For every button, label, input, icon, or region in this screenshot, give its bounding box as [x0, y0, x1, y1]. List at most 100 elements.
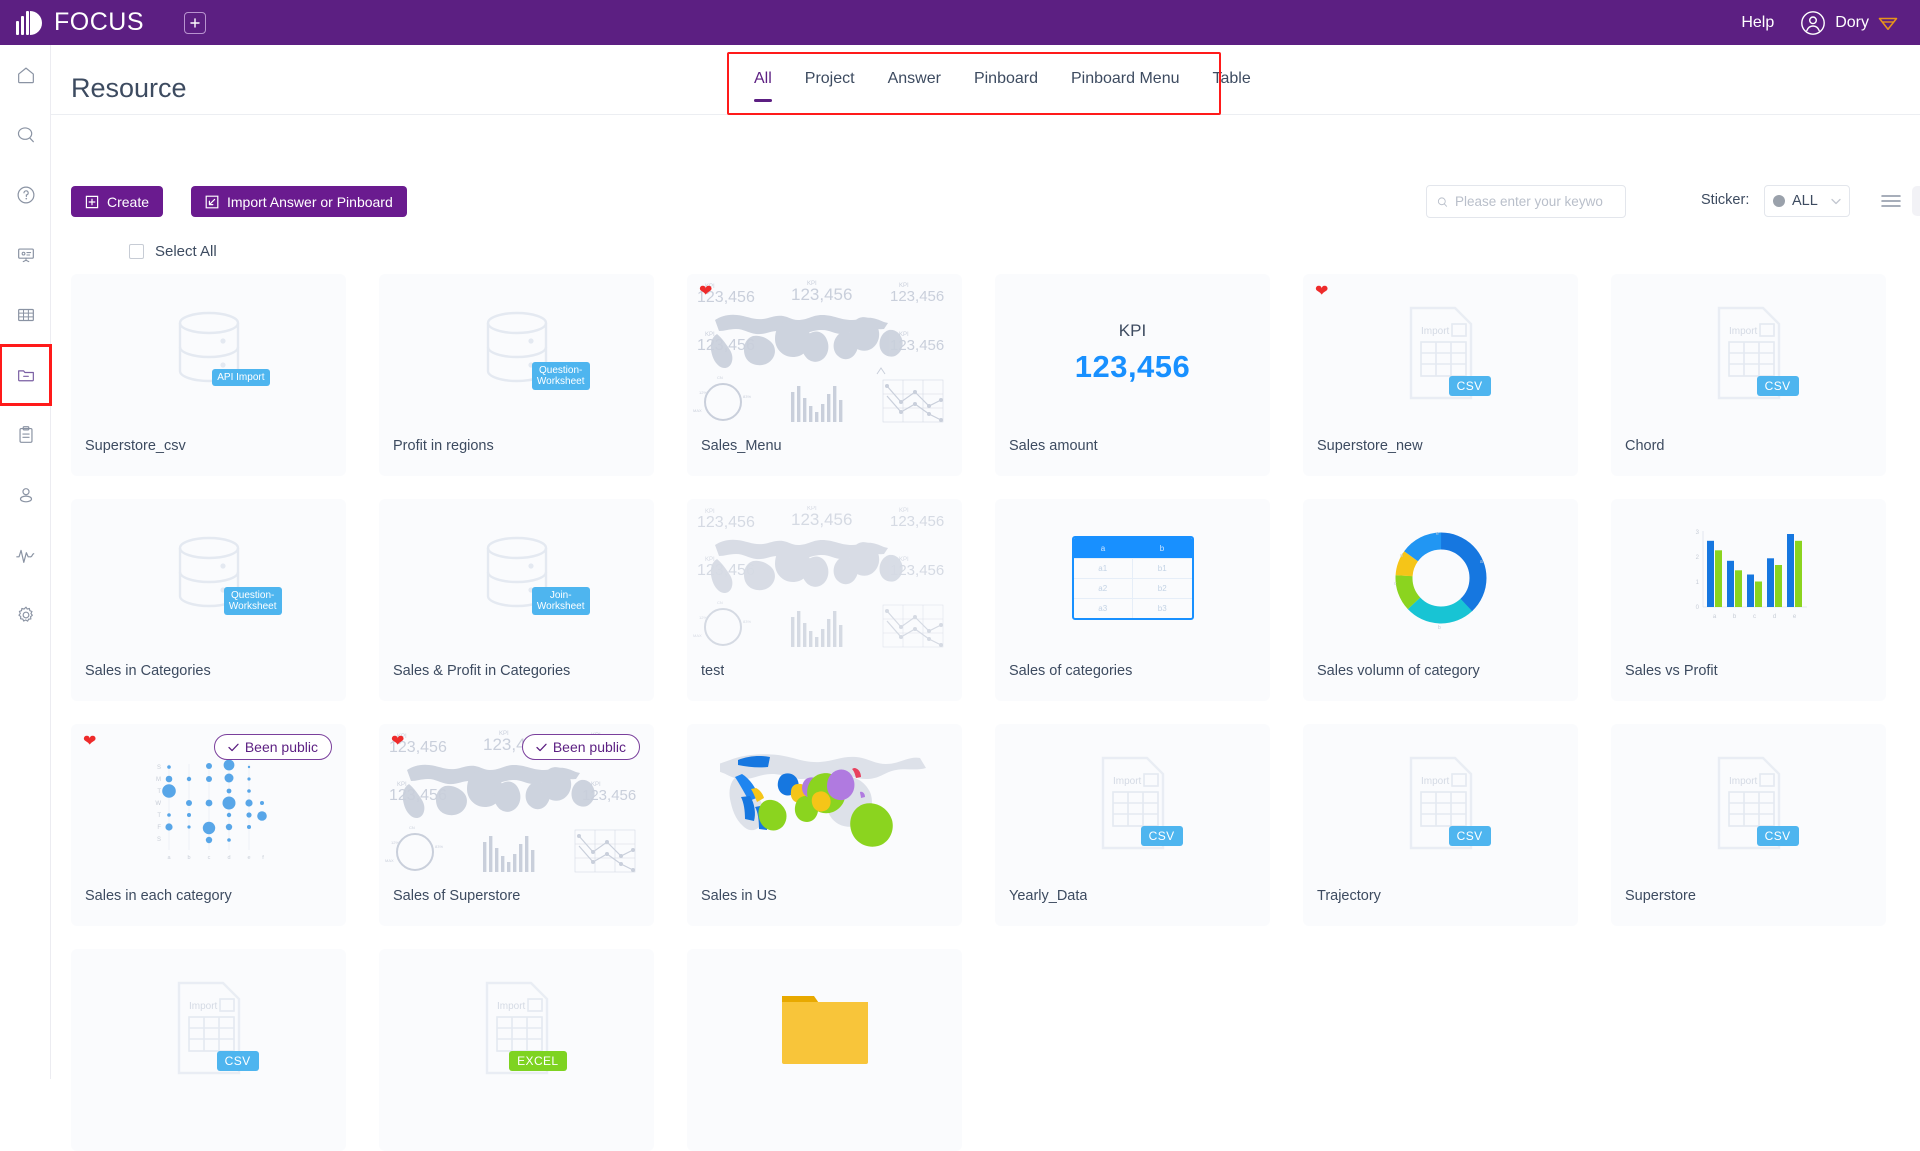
svg-text:M: M	[156, 777, 161, 783]
create-button[interactable]: Create	[71, 186, 164, 217]
sidebar-item-home[interactable]	[0, 45, 51, 105]
card-tag: Question- Worksheet	[531, 362, 590, 390]
resource-card[interactable]: 32 10 a b c d e Sales vs Profit	[1611, 499, 1886, 701]
main-content: Resource All Project Answer Pinboard Pin…	[51, 45, 1920, 1151]
resource-card[interactable]: ❤ Been public KPI123,456 KPI123,456 KPI1…	[379, 724, 654, 926]
svg-text:S: S	[156, 837, 160, 843]
tab-project[interactable]: Project	[805, 70, 855, 102]
sticker-select[interactable]: ALL	[1764, 185, 1850, 217]
tab-pinboard[interactable]: Pinboard	[974, 70, 1038, 102]
svg-text:e: e	[247, 855, 250, 861]
resource-card[interactable]: Import EXCEL	[379, 949, 654, 1151]
svg-text:W: W	[155, 801, 161, 807]
table-header-row: a b	[1073, 538, 1192, 558]
card-thumbnail: a b a1 b1 a2 b2 a3 b3	[995, 499, 1270, 657]
resource-card[interactable]: ❤ Been public SMT WTFS a b c d e f Sales…	[71, 724, 346, 926]
resource-card[interactable]: Sales in US	[687, 724, 962, 926]
sidebar-item-settings[interactable]	[0, 585, 51, 645]
card-thumbnail: Join- Worksheet	[379, 499, 654, 657]
resource-card[interactable]	[687, 949, 962, 1151]
kpi-value: 123,456	[1074, 349, 1191, 384]
presentation-icon	[17, 248, 34, 263]
card-title: Sales vs Profit	[1625, 663, 1718, 679]
card-thumbnail: Import CSV	[1303, 274, 1578, 432]
top-bar: FOCUS Help Dory	[0, 0, 1920, 45]
svg-text:e: e	[1436, 531, 1439, 537]
tab-pinboard-menu[interactable]: Pinboard Menu	[1071, 70, 1180, 102]
tab-table[interactable]: Table	[1213, 70, 1251, 102]
sidebar-item-users[interactable]	[0, 465, 51, 525]
resource-card[interactable]: KPI123,456 KPI123,456 KPI123,456 KPI123,…	[687, 499, 962, 701]
kpi-title: KPI	[1118, 321, 1147, 340]
tab-answer[interactable]: Answer	[888, 70, 941, 102]
resource-card[interactable]: a b a1 b1 a2 b2 a3 b3 Sales of categorie…	[995, 499, 1270, 701]
sidebar-item-help[interactable]	[0, 165, 51, 225]
svg-text:d: d	[1400, 553, 1403, 559]
resource-card[interactable]: ❤ KPI123,456 KPI123,456 KPI123,456 KPI12…	[687, 274, 962, 476]
file-type-tag: EXCEL	[509, 1051, 567, 1071]
sidebar-item-resource[interactable]	[0, 344, 52, 406]
user-menu[interactable]: Dory	[1800, 10, 1898, 36]
card-title: Sales & Profit in Categories	[393, 663, 571, 679]
resource-card[interactable]: Import CSV Yearly_Data	[995, 724, 1270, 926]
sticker-label: Sticker:	[1701, 192, 1750, 208]
table-cell: b2	[1132, 579, 1192, 598]
tab-all[interactable]: All	[754, 70, 772, 102]
table-cell: b1	[1132, 559, 1192, 578]
pulse-icon	[15, 549, 34, 563]
select-all-checkbox[interactable]	[129, 244, 144, 259]
question-icon	[17, 186, 34, 204]
svg-text:MAX: MAX	[385, 858, 394, 863]
favorite-heart-icon[interactable]: ❤	[83, 734, 96, 750]
favorite-heart-icon[interactable]: ❤	[699, 284, 712, 300]
svg-text:Import: Import	[1729, 326, 1758, 337]
resource-card[interactable]: API Import Superstore_csv	[71, 274, 346, 476]
sidebar-item-table[interactable]	[0, 285, 51, 345]
public-badge: Been public	[521, 734, 640, 760]
sidebar-item-tasks[interactable]	[0, 405, 51, 465]
card-thumbnail: Import EXCEL	[379, 949, 654, 1107]
svg-text:a: a	[1480, 559, 1483, 565]
bar-chart-thumbnail: 32 10 a b c d e	[1695, 530, 1807, 620]
sidebar-item-search[interactable]	[0, 105, 51, 165]
plus-square-icon[interactable]	[184, 11, 206, 34]
favorite-heart-icon[interactable]: ❤	[1315, 284, 1328, 300]
resource-card[interactable]: Import CSV Chord	[1611, 274, 1886, 476]
svg-text:123,456: 123,456	[697, 514, 755, 531]
brand-logo[interactable]: FOCUS	[16, 8, 144, 37]
resource-card[interactable]: Import CSV Trajectory	[1303, 724, 1578, 926]
sidebar-item-monitor[interactable]	[0, 525, 51, 585]
resource-card[interactable]: ❤ Import CSV Superstore_new	[1303, 274, 1578, 476]
import-button[interactable]: Import Answer or Pinboard	[191, 186, 407, 217]
database-icon: API Import	[172, 310, 270, 396]
svg-text:1: 1	[1695, 580, 1699, 586]
resource-card[interactable]: Question- Worksheet Profit in regions	[379, 274, 654, 476]
grid-view-icon[interactable]	[1912, 186, 1920, 216]
folder-icon	[17, 370, 34, 382]
list-view-icon[interactable]	[1878, 188, 1904, 214]
search-box[interactable]	[1426, 185, 1626, 218]
card-title: Yearly_Data	[1009, 888, 1088, 904]
favorite-heart-icon[interactable]: ❤	[391, 734, 404, 750]
svg-text:b: b	[187, 855, 190, 861]
card-title: Superstore	[1625, 888, 1696, 904]
table-row: a3 b3	[1073, 598, 1192, 618]
svg-text:Import: Import	[1729, 776, 1758, 787]
resource-card[interactable]: Import CSV	[71, 949, 346, 1151]
file-type-tag: CSV	[1140, 826, 1183, 846]
svg-text:Import: Import	[1421, 776, 1450, 787]
svg-text:b: b	[1438, 625, 1441, 631]
resource-card[interactable]: Join- Worksheet Sales & Profit in Catego…	[379, 499, 654, 701]
resource-card[interactable]: ea bcd Sales volumn of category	[1303, 499, 1578, 701]
card-title: Profit in regions	[393, 438, 494, 454]
search-input[interactable]	[1455, 194, 1615, 209]
svg-text:S: S	[156, 765, 160, 771]
donut-chart-thumbnail: ea bcd	[1394, 531, 1486, 631]
resource-card[interactable]: Import CSV Superstore	[1611, 724, 1886, 926]
select-all-control[interactable]: Select All	[129, 243, 217, 260]
help-link[interactable]: Help	[1741, 14, 1774, 32]
resource-card[interactable]: KPI 123,456 Sales amount	[995, 274, 1270, 476]
sidebar-item-pinboard[interactable]	[0, 225, 51, 285]
resource-card[interactable]: Question- Worksheet Sales in Categories	[71, 499, 346, 701]
svg-text:83%: 83%	[743, 619, 751, 624]
